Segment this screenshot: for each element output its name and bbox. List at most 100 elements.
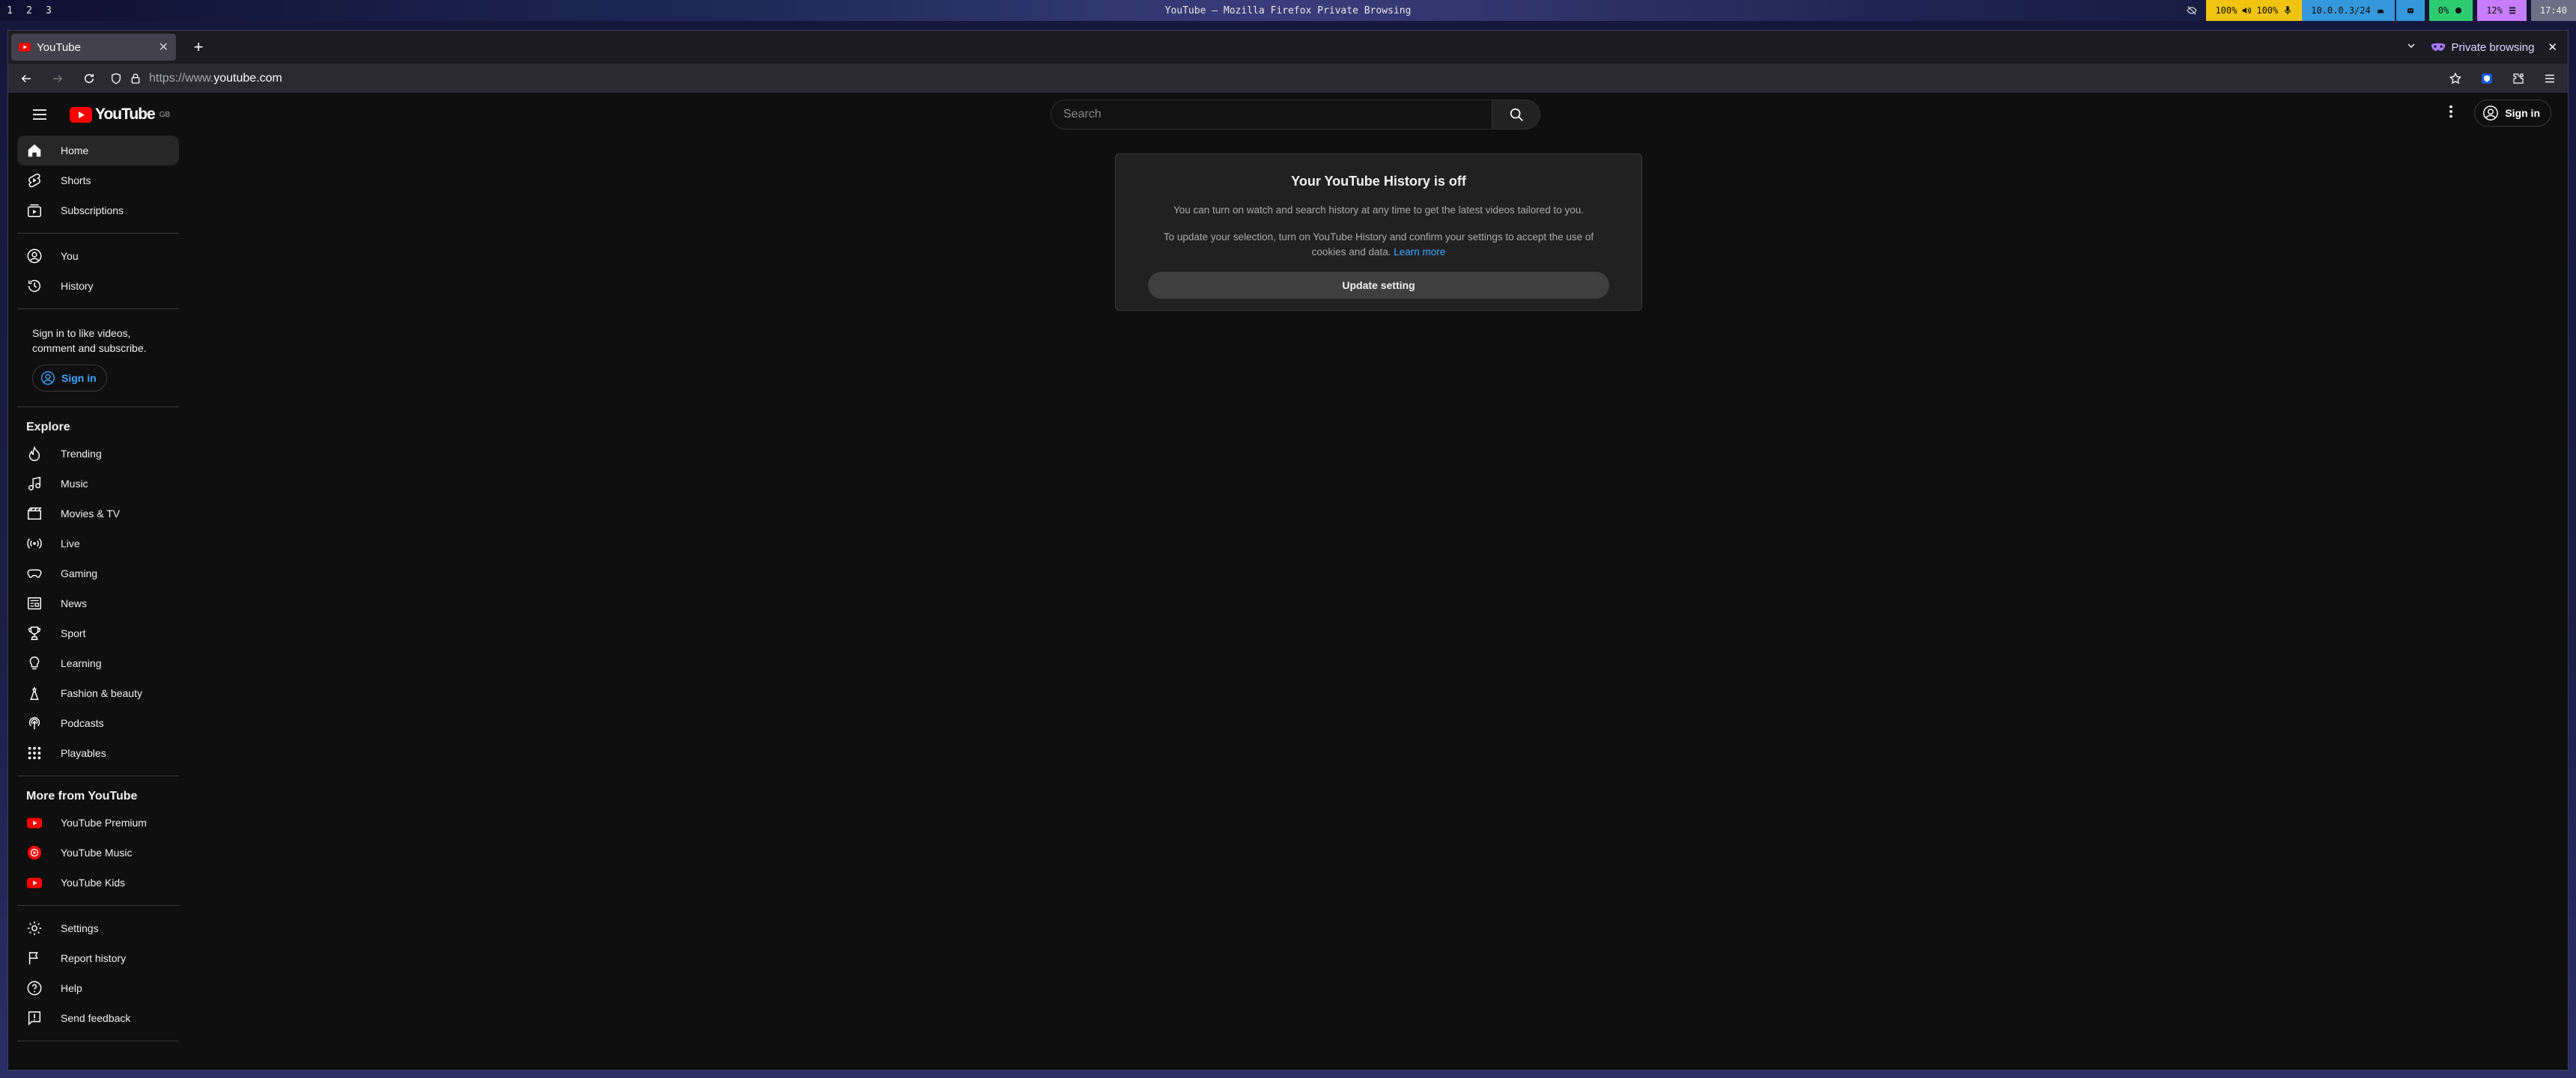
sidebar-explore-section: Explore Trending Music Movies & TV Live bbox=[17, 407, 179, 776]
sidebar-item-live[interactable]: Live bbox=[17, 529, 179, 558]
sidebar-item-label: Live bbox=[61, 538, 80, 549]
sidebar-item-youtube-premium[interactable]: YouTube Premium bbox=[17, 808, 179, 838]
more-options-button[interactable] bbox=[2443, 103, 2459, 124]
sidebar-item-home[interactable]: Home bbox=[17, 135, 179, 165]
sport-icon bbox=[28, 627, 41, 640]
update-setting-button[interactable]: Update setting bbox=[1148, 272, 1609, 299]
cpu-block[interactable]: 0% bbox=[2428, 0, 2473, 21]
workspace-2[interactable]: 2 bbox=[19, 5, 39, 16]
sidebar-item-news[interactable]: News bbox=[17, 588, 179, 618]
extension-shield-button[interactable] bbox=[2476, 68, 2497, 89]
cpu-icon bbox=[2455, 7, 2462, 14]
dialog-title: Your YouTube History is off bbox=[1291, 174, 1466, 189]
speaker-icon bbox=[2243, 7, 2252, 14]
vpn-block[interactable] bbox=[2394, 0, 2425, 21]
sidebar-you-section: You History bbox=[17, 234, 179, 309]
hamburger-menu-icon bbox=[2545, 74, 2554, 82]
sidebar-item-label: Trending bbox=[61, 448, 102, 460]
network-icon bbox=[2377, 9, 2384, 13]
shorts-icon bbox=[28, 173, 40, 188]
sidebar-sign-in-label: Sign in bbox=[61, 372, 97, 384]
sidebar-item-youtube-music[interactable]: YouTube Music bbox=[17, 838, 179, 868]
learning-icon bbox=[29, 657, 40, 670]
new-tab-button[interactable]: + bbox=[185, 34, 212, 61]
you-icon bbox=[27, 249, 42, 264]
trending-icon bbox=[28, 445, 40, 461]
sidebar-item-fashion-beauty[interactable]: Fashion & beauty bbox=[17, 678, 179, 708]
search-button[interactable] bbox=[1492, 100, 1540, 130]
extensions-button[interactable] bbox=[2508, 68, 2529, 89]
url-bar[interactable]: https://www.youtube.com bbox=[110, 67, 2434, 91]
sidebar-item-music[interactable]: Music bbox=[17, 469, 179, 499]
sidebar-item-subscriptions[interactable]: Subscriptions bbox=[17, 195, 179, 225]
header-sign-in-button[interactable]: Sign in bbox=[2474, 100, 2551, 127]
feedback-icon bbox=[28, 1011, 41, 1026]
sidebar-item-sport[interactable]: Sport bbox=[17, 618, 179, 648]
sidebar-item-label: Sport bbox=[61, 627, 86, 639]
sidebar-item-label: Help bbox=[61, 982, 82, 994]
forward-button[interactable] bbox=[47, 68, 68, 89]
sidebar-item-you[interactable]: You bbox=[17, 241, 179, 271]
guide-menu-button[interactable] bbox=[25, 100, 55, 130]
sidebar-signin-section: Sign in to like videos, comment and subs… bbox=[17, 309, 179, 407]
shield-icon[interactable] bbox=[110, 73, 122, 85]
sidebar-sign-in-button[interactable]: Sign in bbox=[32, 365, 107, 392]
sidebar-item-youtube-kids[interactable]: YouTube Kids bbox=[17, 868, 179, 898]
workspace-1[interactable]: 1 bbox=[0, 5, 19, 16]
sidebar-item-send-feedback[interactable]: Send feedback bbox=[17, 1003, 179, 1033]
tab-youtube[interactable]: YouTube ✕ bbox=[11, 34, 176, 61]
arrow-left-icon bbox=[21, 74, 31, 82]
tab-close-icon[interactable]: ✕ bbox=[159, 40, 168, 55]
back-button[interactable] bbox=[16, 68, 37, 89]
search-box bbox=[1051, 100, 1540, 130]
memory-block[interactable]: 12% bbox=[2477, 0, 2527, 21]
movies-icon bbox=[28, 507, 42, 520]
sidebar-item-podcasts[interactable]: Podcasts bbox=[17, 708, 179, 738]
explore-heading: Explore bbox=[26, 421, 70, 433]
bookmark-button[interactable] bbox=[2445, 68, 2466, 89]
sidebar-item-trending[interactable]: Trending bbox=[17, 439, 179, 469]
private-mask-icon bbox=[2431, 43, 2445, 51]
lock-icon[interactable] bbox=[130, 73, 142, 85]
sidebar-item-gaming[interactable]: Gaming bbox=[17, 558, 179, 588]
podcasts-icon bbox=[28, 717, 40, 730]
sidebar-item-learning[interactable]: Learning bbox=[17, 648, 179, 678]
search-icon bbox=[1510, 108, 1523, 121]
sidebar-item-report-history[interactable]: Report history bbox=[17, 943, 179, 973]
url-host: youtube.com bbox=[213, 71, 282, 85]
sidebar-item-label: YouTube Music bbox=[61, 847, 133, 859]
sidebar-footer-section: Settings Report history Help Send feedba… bbox=[17, 906, 179, 1041]
sidebar-item-label: Podcasts bbox=[61, 717, 104, 729]
dialog-details: To update your selection, turn on YouTub… bbox=[1146, 230, 1611, 260]
sidebar-item-playables[interactable]: Playables bbox=[17, 738, 179, 768]
country-code: GB bbox=[159, 110, 171, 119]
workspace-3[interactable]: 3 bbox=[39, 5, 58, 16]
reload-icon bbox=[85, 73, 94, 83]
search-input[interactable] bbox=[1051, 100, 1492, 130]
youtube-logo[interactable]: YouTube GB bbox=[70, 106, 170, 124]
sidebar-item-help[interactable]: Help bbox=[17, 973, 179, 1003]
window-close-icon[interactable]: ✕ bbox=[2548, 40, 2557, 54]
sidebar-item-movies-tv[interactable]: Movies & TV bbox=[17, 499, 179, 529]
sidebar-item-shorts[interactable]: Shorts bbox=[17, 165, 179, 195]
list-all-tabs-icon[interactable] bbox=[2405, 40, 2417, 55]
youtube-favicon-icon bbox=[19, 43, 31, 52]
sidebar-item-label: Movies & TV bbox=[61, 508, 121, 520]
plus-icon: + bbox=[193, 37, 204, 56]
sidebar-item-label: Fashion & beauty bbox=[61, 687, 142, 699]
network-address: 10.0.0.3/24 bbox=[2311, 5, 2371, 16]
audio-block[interactable]: 100% 100% bbox=[2206, 0, 2303, 21]
sidebar-item-label: You bbox=[61, 250, 79, 262]
url-scheme: https://www. bbox=[149, 71, 214, 85]
reload-button[interactable] bbox=[79, 68, 100, 89]
account-icon bbox=[2483, 106, 2499, 121]
network-block[interactable]: 10.0.0.3/24 bbox=[2302, 0, 2395, 21]
private-browsing-label: Private browsing bbox=[2451, 40, 2535, 54]
sidebar-item-label: YouTube Kids bbox=[61, 877, 126, 889]
sidebar-item-history[interactable]: History bbox=[17, 271, 179, 301]
sidebar-item-settings[interactable]: Settings bbox=[17, 913, 179, 943]
history-icon bbox=[28, 279, 41, 292]
learn-more-link[interactable]: Learn more bbox=[1394, 246, 1445, 258]
app-menu-button[interactable] bbox=[2539, 68, 2560, 89]
url-text: https://www.youtube.com bbox=[149, 72, 282, 85]
